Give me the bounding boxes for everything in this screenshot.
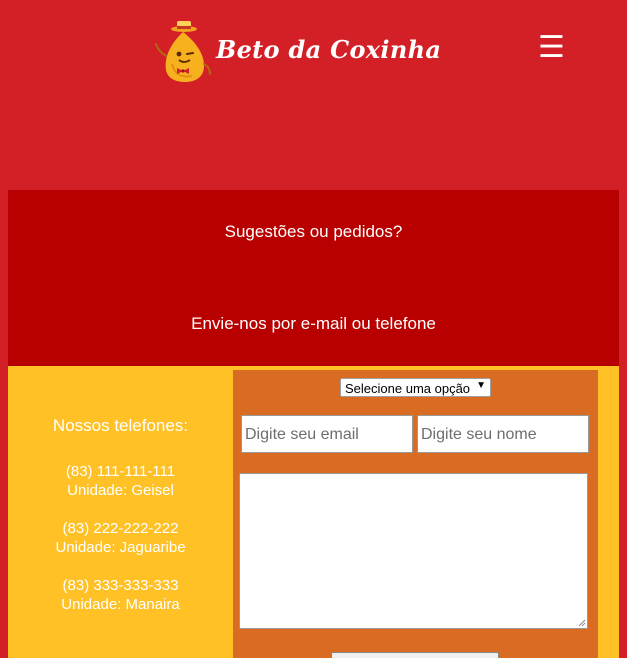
phone-number[interactable]: (83) 111-111-111 [8,462,233,481]
suggestions-banner: Sugestões ou pedidos? Envie-nos por e-ma… [8,190,619,366]
banner-subtitle: Envie-nos por e-mail ou telefone [191,314,436,333]
subject-select[interactable]: Selecione uma opção ▼ [340,378,491,397]
submit-button[interactable] [331,652,499,658]
coxinha-mascot-icon [155,21,211,82]
resize-grip-icon[interactable] [578,619,586,627]
phones-title: Nossos telefones: [52,416,189,435]
site-header: Beto da Coxinha ☰ [0,0,627,190]
logo-text: Beto da Coxinha [216,34,442,64]
contact-section: Nossos telefones: (83) 111-111-111 Unida… [8,366,619,658]
email-field[interactable]: Digite seu email [241,415,413,453]
dropdown-arrow-icon: ▼ [476,380,486,391]
phone-number[interactable]: (83) 333-333-333 [8,576,233,595]
banner-title: Sugestões ou pedidos? [224,222,403,241]
contact-form: Selecione uma opção ▼ Digite seu email D… [233,370,598,658]
hamburger-menu-icon[interactable]: ☰ [538,33,565,63]
logo[interactable]: Beto da Coxinha [152,18,441,84]
phone-entry: (83) 333-333-333 Unidade: Manaira [8,576,233,614]
subject-select-value: Selecione uma opção [345,381,471,396]
phone-entry: (83) 222-222-222 Unidade: Jaguaribe [8,519,233,557]
phone-unit: Unidade: Jaguaribe [55,539,186,556]
name-field[interactable]: Digite seu nome [417,415,589,453]
phone-unit: Unidade: Geisel [67,482,174,499]
phone-entry: (83) 111-111-111 Unidade: Geisel [8,462,233,500]
phone-number[interactable]: (83) 222-222-222 [8,519,233,538]
message-textarea[interactable] [239,473,588,629]
phones-column: Nossos telefones: (83) 111-111-111 Unida… [8,366,233,658]
phone-unit: Unidade: Manaira [61,596,180,613]
